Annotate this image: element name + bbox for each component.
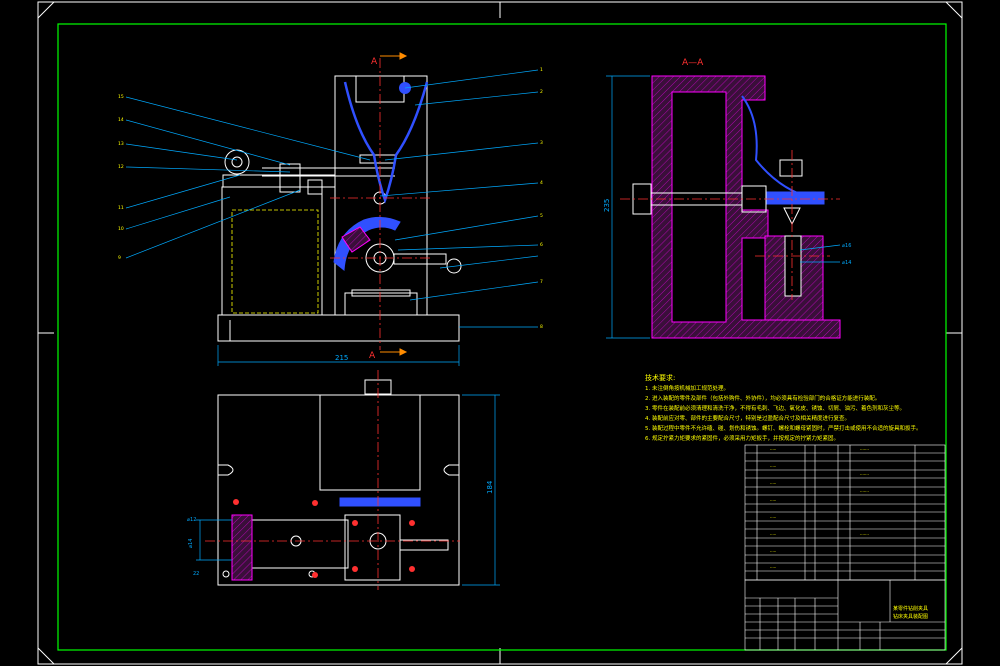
balloon-6: 6 [540, 242, 543, 248]
svg-text:·····: ····· [770, 498, 776, 503]
balloon-8: 8 [540, 324, 543, 330]
svg-text:·······: ······· [860, 489, 869, 494]
svg-text:·····: ····· [770, 532, 776, 537]
dim-side-height: 235 [603, 199, 611, 212]
svg-text:·····: ····· [770, 464, 776, 469]
balloon-9: 9 [118, 255, 121, 261]
section-label: A—A [682, 58, 704, 68]
note-line: 6. 规定拧紧力矩要求的紧固件，必须采用力矩扳手，并按规定的拧紧力矩紧固。 [645, 436, 839, 442]
balloon-10: 10 [118, 226, 124, 232]
title-line-2: 钻床夹具装配图 [893, 614, 929, 620]
balloon-15: 15 [118, 94, 124, 100]
cut-label-bottom: A [369, 351, 376, 361]
balloon-14: 14 [118, 117, 124, 123]
note-line: 3. 零件在装配前必须清理和清洗干净，不得有毛刺、飞边、氧化皮、锈蚀、切屑、油污… [645, 406, 905, 412]
dim-fit-1: ⌀16 [842, 243, 851, 249]
dim-fit-2: ⌀14 [842, 260, 851, 266]
balloon-11: 11 [118, 205, 124, 211]
balloon-12: 12 [118, 164, 124, 170]
balloon-2: 2 [540, 89, 543, 95]
section-view-a-a: A—A 235 ⌀16 ⌀14 [603, 58, 851, 339]
cut-label-top: A [371, 57, 378, 67]
balloon-5: 5 [540, 213, 543, 219]
svg-text:·······: ······· [860, 472, 869, 477]
title-line-1: 某零件钻削夹具 [893, 606, 929, 612]
dim-plan-1: ⌀12 [187, 517, 196, 523]
svg-text:·······: ······· [860, 447, 869, 452]
dim-plan-3: 22 [193, 571, 199, 577]
plan-view: 184 ⌀12 ⌀14 22 [187, 370, 500, 590]
dim-front-width: 215 [335, 354, 348, 362]
front-view: A A 215 1 2 3 4 5 6 7 8 15 14 13 12 11 1… [118, 52, 543, 366]
svg-text:·····: ····· [770, 447, 776, 452]
balloon-7: 7 [540, 279, 543, 285]
balloon-3: 3 [540, 140, 543, 146]
svg-text:·····: ····· [770, 549, 776, 554]
note-line: 4. 装配前应对零、部件的主要配合尺寸，特别是过盈配合尺寸及相关精度进行复查。 [645, 416, 850, 422]
note-line: 2. 进入装配的零件及部件（包括外购件、外协件），均必须具有检验部门的合格证方能… [645, 396, 881, 402]
svg-text:·····: ····· [770, 565, 776, 570]
svg-text:·······: ······· [860, 532, 869, 537]
note-line: 5. 装配过程中零件不允许磕、碰、划伤和锈蚀。螺钉、螺栓和螺母紧固时，严禁打击或… [645, 426, 922, 432]
cad-drawing-sheet: A A 215 1 2 3 4 5 6 7 8 15 14 13 12 11 1… [37, 1, 963, 665]
dim-plan-2: ⌀14 [188, 539, 194, 548]
svg-text:·····: ····· [770, 515, 776, 520]
balloon-13: 13 [118, 141, 124, 147]
note-line: 1. 未注倒角按机械加工规范处理。 [645, 386, 729, 392]
balloon-1: 1 [540, 67, 543, 73]
dim-plan-height: 184 [486, 480, 494, 494]
svg-text:·····: ····· [770, 481, 776, 486]
technical-requirements: 技术要求: 1. 未注倒角按机械加工规范处理。 2. 进入装配的零件及部件（包括… [645, 373, 945, 444]
balloon-4: 4 [540, 180, 543, 186]
notes-title: 技术要求: [645, 374, 676, 382]
